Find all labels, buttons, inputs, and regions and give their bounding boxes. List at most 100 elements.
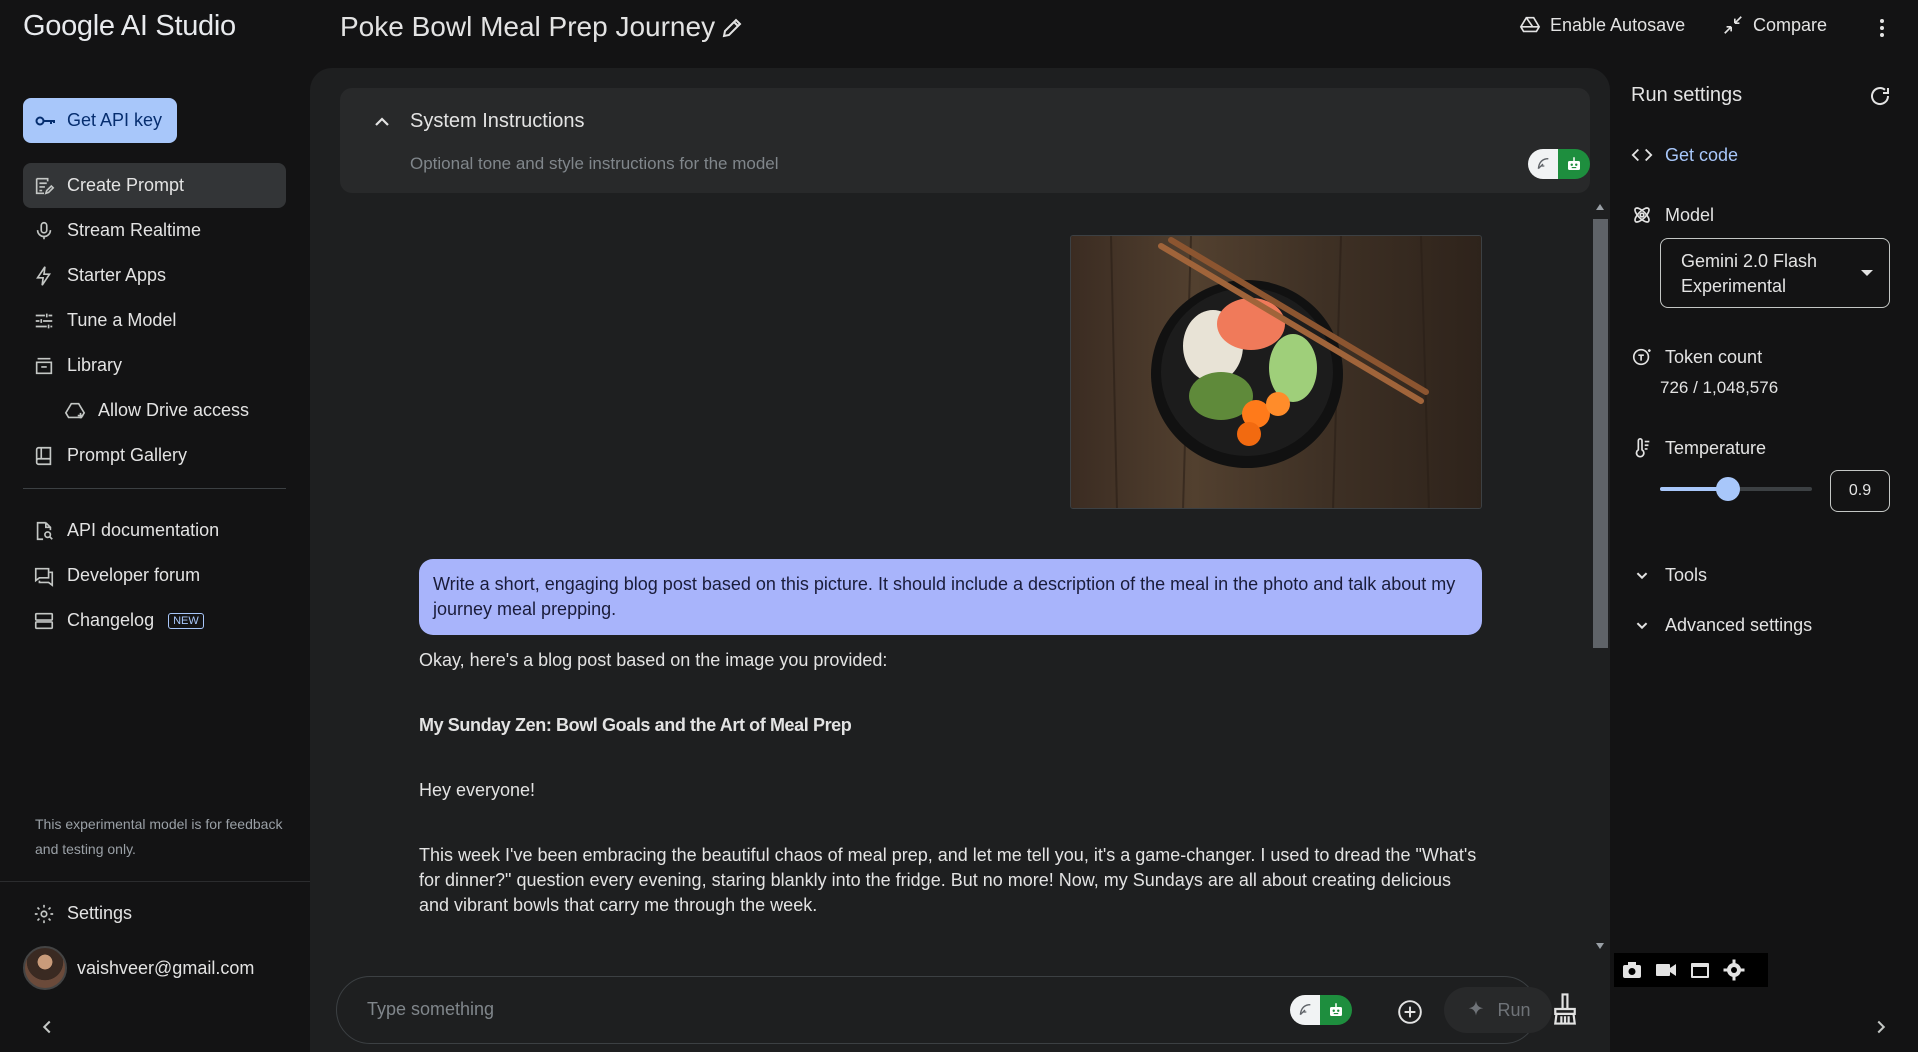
prompt-composer: Type something Run xyxy=(336,976,1552,1044)
sidebar-link-changelog[interactable]: Changelog NEW xyxy=(23,598,286,643)
temperature-setting: Temperature xyxy=(1631,437,1766,459)
scroll-down-arrow[interactable] xyxy=(1596,943,1604,949)
chat-scrollbar[interactable] xyxy=(1592,201,1608,951)
media-toolbar xyxy=(1614,953,1768,987)
sidebar-link-developer-forum[interactable]: Developer forum xyxy=(23,553,286,598)
feather-icon xyxy=(1299,1004,1311,1016)
drive-icon xyxy=(64,402,86,418)
changelog-icon xyxy=(34,612,54,629)
token-count-setting: Token count xyxy=(1631,346,1762,368)
sidebar-item-label: Tune a Model xyxy=(67,310,177,330)
tools-section-toggle[interactable]: Tools xyxy=(1631,564,1707,586)
sidebar-item-tune-model[interactable]: Tune a Model xyxy=(23,298,286,343)
scrollbar-thumb[interactable] xyxy=(1593,219,1608,648)
robot-icon xyxy=(1568,157,1580,170)
chat-history: Write a short, engaging blog post based … xyxy=(310,201,1592,951)
new-badge: NEW xyxy=(168,612,204,629)
sidebar-item-label: Library xyxy=(67,355,123,375)
sparkle-icon xyxy=(1469,1000,1484,1016)
run-label: Run xyxy=(1497,999,1531,1020)
run-button[interactable]: Run xyxy=(1444,987,1552,1033)
prompt-input[interactable]: Type something xyxy=(367,999,494,1020)
sidebar-link-api-docs[interactable]: API documentation xyxy=(23,508,286,553)
clear-chat-icon[interactable] xyxy=(1550,992,1580,1026)
chevron-down-icon xyxy=(1861,270,1873,276)
get-api-key-label: Get API key xyxy=(67,110,163,130)
compare-label: Compare xyxy=(1753,14,1828,35)
brand-logo: Google AI Studio xyxy=(23,10,236,42)
model-label: Model xyxy=(1665,204,1715,225)
book-icon xyxy=(35,446,52,465)
get-api-key-button[interactable]: Get API key xyxy=(23,98,177,143)
gear-icon[interactable] xyxy=(1722,958,1746,982)
user-message-bubble: Write a short, engaging blog post based … xyxy=(419,559,1482,635)
forum-icon xyxy=(34,567,54,587)
model-select[interactable]: Gemini 2.0 Flash Experimental xyxy=(1660,238,1890,308)
temperature-slider[interactable] xyxy=(1660,477,1812,501)
response-paragraph: Okay, here's a blog post based on the im… xyxy=(419,650,888,670)
feather-icon xyxy=(1537,158,1549,170)
chevron-down-icon xyxy=(1636,622,1648,630)
video-icon[interactable] xyxy=(1654,958,1678,982)
screenshot-icon[interactable] xyxy=(1620,958,1644,982)
autosave-label: Enable Autosave xyxy=(1550,14,1686,35)
system-instructions-heading: System Instructions xyxy=(410,110,585,132)
sidebar-item-prompt-gallery[interactable]: Prompt Gallery xyxy=(23,433,286,478)
scroll-up-arrow[interactable] xyxy=(1596,204,1604,210)
gear-icon xyxy=(34,904,54,923)
left-sidebar: Google AI Studio Get API key Create Prom… xyxy=(0,0,310,1052)
tune-icon xyxy=(35,313,53,328)
reset-icon[interactable] xyxy=(1868,84,1892,108)
compare-button[interactable]: Compare xyxy=(1722,14,1827,36)
model-response: Okay, here's a blog post based on the im… xyxy=(419,648,1479,951)
page-title: Poke Bowl Meal Prep Journey xyxy=(340,11,716,42)
settings-button[interactable]: Settings xyxy=(23,891,286,936)
sidebar-item-starter-apps[interactable]: Starter Apps xyxy=(23,253,286,298)
system-instructions-panel: System Instructions Optional tone and st… xyxy=(340,88,1590,193)
sidebar-link-label: Changelog xyxy=(67,610,155,630)
code-icon xyxy=(1631,148,1653,162)
chevron-up-icon[interactable] xyxy=(370,110,394,134)
poke-bowl-image xyxy=(1070,235,1482,509)
sidebar-item-allow-drive[interactable]: Allow Drive access xyxy=(23,388,286,433)
system-instructions-input[interactable]: Optional tone and style instructions for… xyxy=(410,154,779,174)
window-icon[interactable] xyxy=(1688,958,1712,982)
prompt-panel: System Instructions Optional tone and st… xyxy=(310,68,1610,1052)
drive-icon xyxy=(1519,16,1541,33)
enable-autosave-button[interactable]: Enable Autosave xyxy=(1519,14,1685,36)
tools-label: Tools xyxy=(1665,564,1708,585)
advanced-settings-toggle[interactable]: Advanced settings xyxy=(1631,614,1812,636)
temperature-input[interactable]: 0.9 xyxy=(1830,470,1890,512)
collapse-sidebar-icon[interactable] xyxy=(36,1016,58,1038)
more-options-icon[interactable] xyxy=(1870,16,1894,40)
run-settings-title: Run settings xyxy=(1631,84,1743,106)
experimental-disclaimer: This experimental model is for feedback … xyxy=(35,816,283,857)
model-icon xyxy=(1634,207,1650,223)
compare-icon xyxy=(1724,16,1742,34)
response-heading: My Sunday Zen: Bowl Goals and the Art of… xyxy=(419,715,852,735)
user-account[interactable]: vaishveer@gmail.com xyxy=(23,946,254,990)
bolt-icon xyxy=(36,265,52,286)
composer-mode-toggle[interactable] xyxy=(1290,995,1352,1025)
sidebar-item-create-prompt[interactable]: Create Prompt xyxy=(23,163,286,208)
avatar xyxy=(23,946,67,990)
sidebar-item-label: Stream Realtime xyxy=(67,220,202,240)
get-code-link[interactable]: Get code xyxy=(1631,144,1738,166)
sidebar-item-stream-realtime[interactable]: Stream Realtime xyxy=(23,208,286,253)
settings-label: Settings xyxy=(67,903,133,923)
slider-handle[interactable] xyxy=(1716,477,1741,501)
create-prompt-icon xyxy=(35,177,55,195)
mode-toggle[interactable] xyxy=(1528,149,1590,179)
expand-panel-icon[interactable] xyxy=(1870,1016,1892,1038)
token-icon xyxy=(1632,348,1651,366)
sidebar-item-label: Prompt Gallery xyxy=(67,445,188,465)
doc-search-icon xyxy=(36,521,53,540)
sidebar-item-library[interactable]: Library xyxy=(23,343,286,388)
run-settings-panel: Run settings Get code Model Gemini 2.0 F… xyxy=(1610,68,1918,1052)
user-email: vaishveer@gmail.com xyxy=(77,957,255,978)
edit-title-icon[interactable] xyxy=(720,16,744,40)
token-count-value: 726 / 1,048,576 xyxy=(1660,378,1779,397)
library-icon xyxy=(35,357,53,374)
add-media-icon[interactable] xyxy=(1397,999,1423,1025)
sidebar-link-label: Developer forum xyxy=(67,565,201,585)
